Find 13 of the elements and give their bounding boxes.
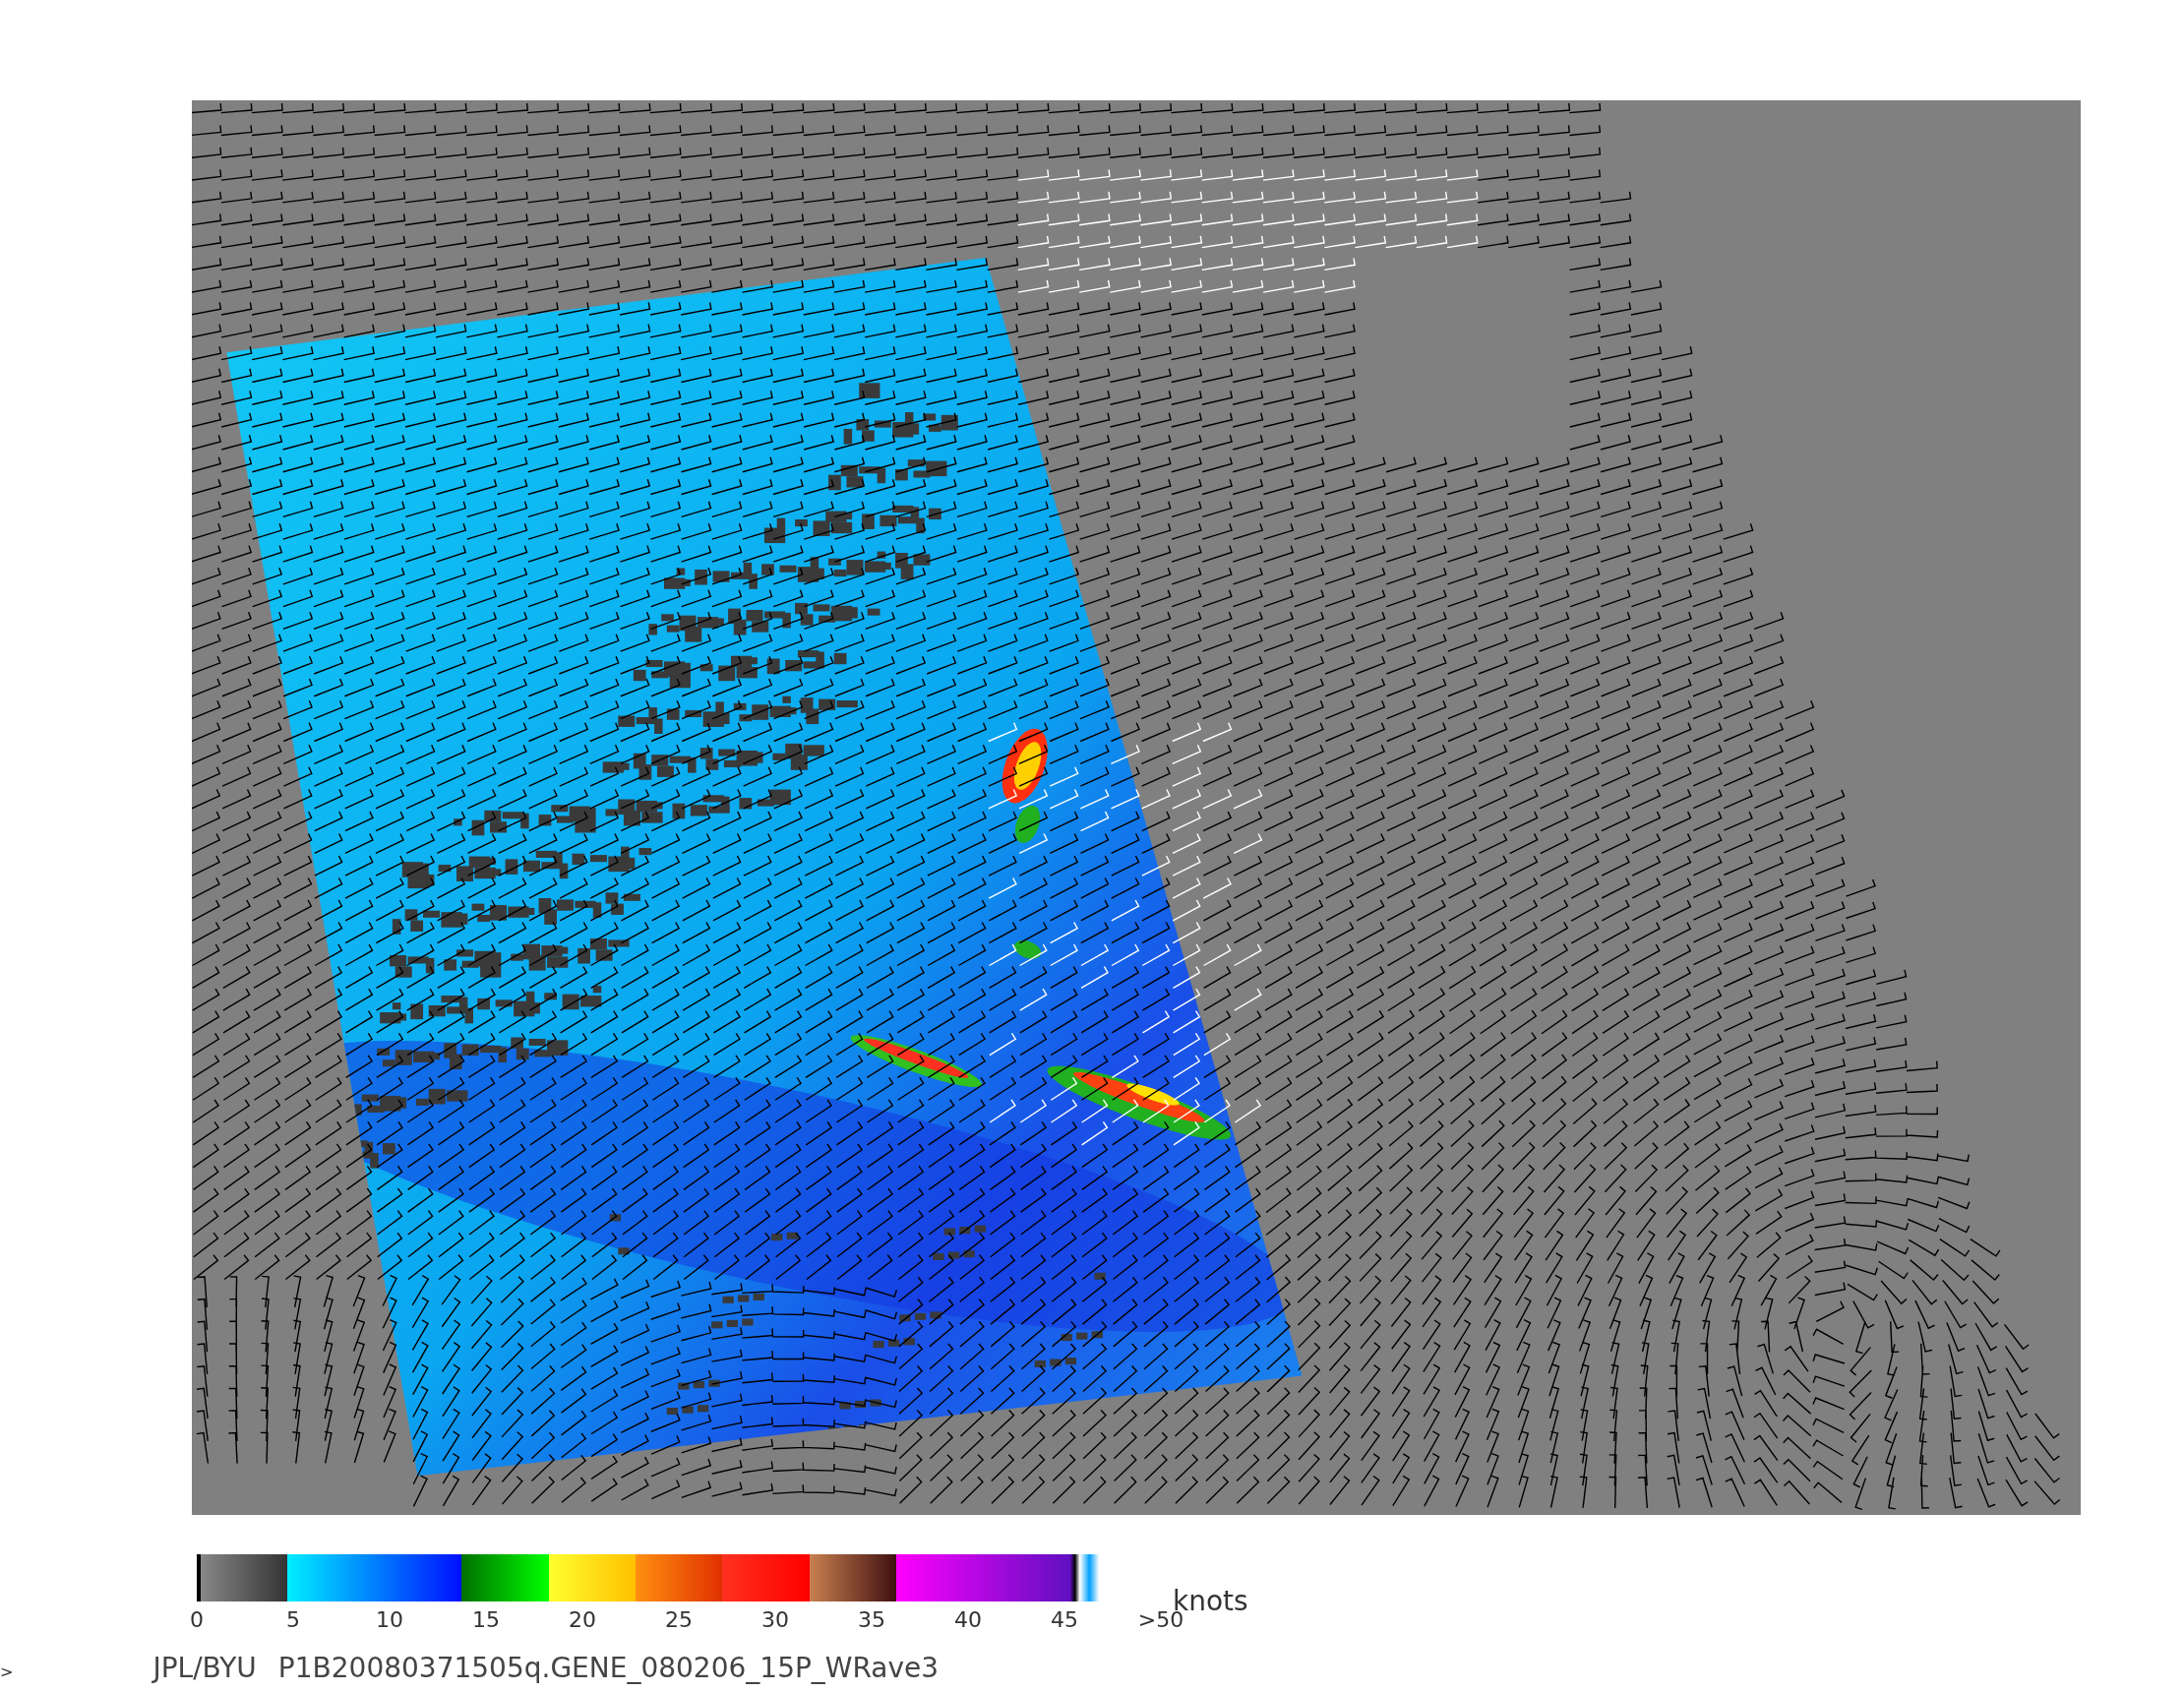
- scale-tick-label: 15: [471, 1607, 501, 1632]
- scale-tick-label: 25: [664, 1607, 694, 1632]
- scale-tick-label: 40: [953, 1607, 983, 1632]
- scale-tick-label: 45: [1050, 1607, 1079, 1632]
- product-label: P1B20080371505q.GENE_080206_15P_WRave3: [277, 1652, 940, 1684]
- scale-tick-label: 5: [285, 1607, 301, 1632]
- scale-tick-label: 10: [375, 1607, 404, 1632]
- scale-tick-label: 35: [857, 1607, 886, 1632]
- edge-mark: >: [0, 1662, 14, 1681]
- scale-tick-label: 30: [760, 1607, 790, 1632]
- source-label: JPL/BYU: [152, 1652, 257, 1684]
- scale-tick-label: 0: [189, 1607, 205, 1632]
- scale-tick-label: 20: [568, 1607, 597, 1632]
